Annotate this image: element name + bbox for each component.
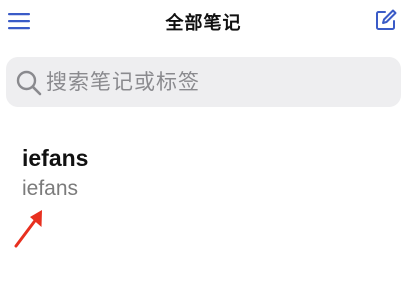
search-bar[interactable] bbox=[6, 57, 401, 107]
notes-app: 全部笔记 iefans iefans bbox=[0, 0, 407, 294]
red-arrow-annotation bbox=[14, 210, 42, 248]
page-title: 全部笔记 bbox=[165, 13, 242, 34]
note-preview: iefans bbox=[22, 177, 79, 200]
header-bar: 全部笔记 bbox=[0, 0, 407, 44]
search-icon bbox=[16, 70, 42, 96]
compose-icon bbox=[376, 9, 397, 30]
compose-button[interactable] bbox=[373, 8, 399, 34]
note-title: iefans bbox=[22, 145, 89, 171]
note-list-item[interactable]: iefans iefans bbox=[0, 140, 407, 208]
search-input[interactable] bbox=[46, 57, 386, 107]
